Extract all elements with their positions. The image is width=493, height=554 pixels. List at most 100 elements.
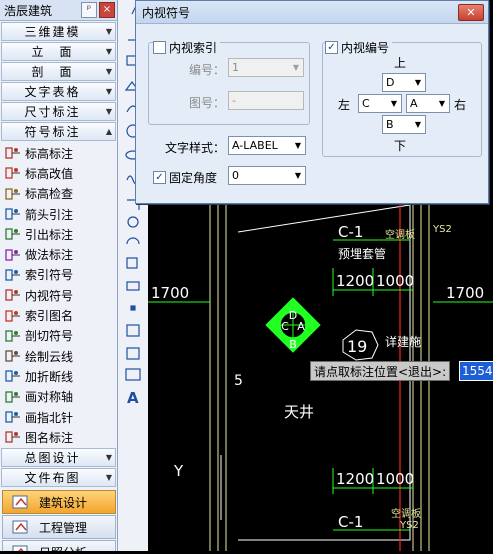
dim-1000-bottom: 1000 (376, 470, 414, 488)
category-button[interactable]: 立 面 ▼ (1, 42, 116, 61)
drawing-number-field[interactable]: - (228, 91, 304, 110)
text-tool-icon[interactable]: A (127, 389, 139, 407)
category-button[interactable]: 符号标注 ▲ (1, 122, 116, 141)
palette-tool[interactable]: 内视符号 (0, 285, 117, 305)
interior-view-dialog: 内视符号 ✕ 内视索引 编号： 1 ▼ 图号： - ✓ 内视编号 上 D ▼ 左 C… (135, 0, 489, 204)
interior-view-symbol[interactable]: D C A B (265, 297, 321, 353)
category-button[interactable]: 三维建模 ▼ (1, 22, 116, 41)
region-tool-icon[interactable] (125, 368, 141, 381)
fixed-angle-checkbox[interactable]: ✓ 固定角度 (153, 169, 217, 186)
top-letter-combo[interactable]: D ▼ (382, 73, 426, 92)
elevation-check-icon (5, 187, 21, 201)
arc2-tool-icon[interactable] (126, 237, 140, 245)
window-c1-top: C-1 (338, 223, 363, 241)
index-checkbox[interactable]: 内视索引 (153, 39, 221, 56)
category-label: 尺寸标注 (24, 105, 81, 119)
chevron-down-icon: ▼ (414, 78, 422, 87)
tool-label: 箭头引注 (25, 207, 74, 222)
tool-label: 绘制云线 (25, 349, 74, 364)
palette-tool[interactable]: 绘制云线 (0, 346, 117, 366)
palette-tool[interactable]: 加折断线 (0, 366, 117, 386)
palette-tool[interactable]: 索引图名 (0, 305, 117, 325)
insert-tool-icon[interactable] (126, 257, 138, 269)
category-button[interactable]: 文件布图 ▼ (1, 468, 116, 488)
bubble-number: 19 (347, 337, 367, 356)
category-label: 立 面 (31, 45, 74, 59)
numbering-checkbox-box[interactable]: ✓ (325, 41, 338, 54)
command-prompt: 请点取标注位置<退出>: (310, 361, 451, 381)
gradient-tool-icon[interactable] (126, 347, 140, 360)
ys2-top: YS2 (432, 224, 452, 235)
palette-tool[interactable]: 画指北针 (0, 407, 117, 427)
left-letter-combo[interactable]: C ▼ (358, 94, 402, 113)
tool-label: 内视符号 (25, 288, 74, 303)
tool-label: 加折断线 (25, 369, 74, 384)
ys2-bottom: YS2 (399, 520, 419, 531)
text-style-combo[interactable]: A-LABEL ▼ (228, 136, 306, 155)
category-label: 三维建模 (24, 25, 81, 39)
revcloud-tool-icon[interactable] (127, 216, 139, 228)
tool-label: 标高检查 (25, 187, 74, 202)
palette-tool[interactable]: 引出标注 (0, 224, 117, 244)
right-letter-value: A (410, 97, 418, 110)
number-value: 1 (232, 61, 239, 74)
module-button[interactable]: 工程管理 (2, 515, 116, 539)
right-letter-combo[interactable]: A ▼ (406, 94, 450, 113)
palette-tool[interactable]: 图名标注 (0, 427, 117, 447)
up-label: 上 (394, 56, 407, 70)
tool-label: 做法标注 (25, 248, 74, 263)
fixed-angle-checkbox-box[interactable]: ✓ (153, 171, 166, 184)
category-label: 剖 面 (31, 65, 74, 79)
angle-combo[interactable]: 0 ▼ (228, 166, 306, 185)
palette-tool[interactable]: 索引符号 (0, 265, 117, 285)
dialog-close-button[interactable]: ✕ (458, 4, 484, 21)
palette-tool[interactable]: 做法标注 (0, 244, 117, 264)
detail-ref-label: 详建施 (385, 334, 421, 349)
method-mark-icon (5, 248, 21, 262)
palette-tool[interactable]: 标高改值 (0, 163, 117, 183)
palette-tool[interactable]: 箭头引注 (0, 204, 117, 224)
palette-close-button[interactable]: × (99, 2, 115, 18)
project-management-icon (11, 518, 33, 536)
symbol-right-letter: A (297, 320, 305, 333)
axis-5-label: 5 (234, 373, 243, 389)
chevron-down-icon: ▼ (105, 453, 113, 463)
point-tool-icon[interactable] (130, 305, 136, 311)
tool-label: 标高标注 (25, 146, 74, 161)
numbering-checkbox[interactable]: ✓ 内视编号 (325, 39, 393, 56)
module-button[interactable]: 日照分析 (2, 540, 116, 551)
palette-tool[interactable]: 画对称轴 (0, 387, 117, 407)
block-tool-icon[interactable] (126, 281, 140, 291)
category-button[interactable]: 剖 面 ▼ (1, 62, 116, 81)
category-button[interactable]: 总图设计 ▼ (1, 448, 116, 468)
hatch-tool-icon[interactable] (126, 324, 140, 337)
tool-label: 画指北针 (25, 410, 74, 425)
category-button[interactable]: 文字表格 ▼ (1, 82, 116, 101)
dim-1200-bottom: 1200 (336, 470, 374, 488)
palette-tool[interactable]: 剖切符号 (0, 326, 117, 346)
category-button[interactable]: 尺寸标注 ▼ (1, 102, 116, 121)
bottom-letter-combo[interactable]: B ▼ (382, 115, 426, 134)
index-symbol-icon (5, 268, 21, 282)
number-combo[interactable]: 1 ▼ (228, 58, 304, 77)
pin-button[interactable]: ᵖ (81, 2, 97, 18)
bottom-letter-value: B (386, 118, 394, 131)
dialog-title: 内视符号 (142, 5, 191, 20)
category-label: 文件布图 (24, 471, 81, 486)
chevron-up-icon: ▲ (105, 127, 113, 136)
palette-tool[interactable]: 标高检查 (0, 184, 117, 204)
index-checkbox-box[interactable] (153, 41, 166, 54)
angle-value: 0 (232, 169, 239, 182)
coordinate-input[interactable]: 15546 (459, 361, 493, 381)
module-button[interactable]: 建筑设计 (2, 490, 116, 514)
sunlight-icon (11, 543, 33, 551)
dialog-titlebar: 内视符号 (136, 1, 488, 24)
category-label: 文字表格 (24, 85, 81, 99)
window-c1-bottom: C-1 (338, 513, 363, 531)
drawing-title-icon (5, 430, 21, 444)
palette-tool[interactable]: 标高标注 (0, 143, 117, 163)
module-label: 建筑设计 (39, 495, 88, 510)
break-line-icon (5, 369, 21, 383)
air-board-top: 空调板 (385, 228, 415, 241)
section-symbol-icon (5, 329, 21, 343)
